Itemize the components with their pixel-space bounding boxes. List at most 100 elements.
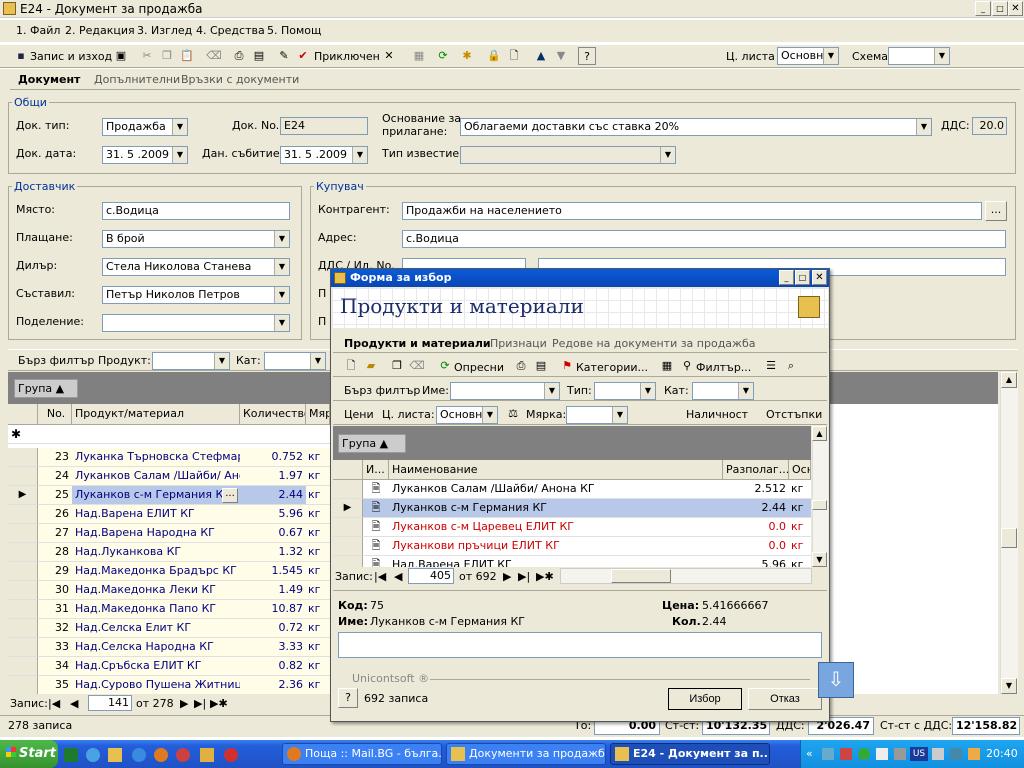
product-filter-select[interactable]: ▼	[152, 352, 230, 370]
tab-additional[interactable]: Допълнителни	[94, 73, 180, 86]
dialog-group-chip[interactable]: Група ▲	[338, 434, 406, 453]
grid-nav-next[interactable]: ▶	[180, 697, 188, 710]
tab-links[interactable]: Връзки с документи	[181, 73, 299, 86]
dealer-select[interactable]: Стела Николова Станева ▼	[102, 258, 290, 276]
dialog-header-id[interactable]: И...	[363, 460, 389, 480]
grid-scroll-down[interactable]: ▼	[1001, 678, 1017, 694]
edit-icon[interactable]: ✎	[275, 47, 293, 65]
quicklaunch-firefox-icon[interactable]	[154, 748, 168, 762]
table-row[interactable]: 24 Луканков Салам /Шайби/ Ано... 1.97 кг	[8, 467, 330, 486]
doc-type-select[interactable]: Продажба ▼	[102, 118, 188, 136]
help-icon[interactable]: ?	[578, 47, 596, 65]
grid-nav-last[interactable]: ▶|	[194, 697, 206, 710]
accept-button[interactable]: Приключен	[314, 50, 380, 63]
star-icon[interactable]: ✱	[458, 47, 476, 65]
partner-field[interactable]: Продажби на населението	[402, 202, 982, 220]
dialog-price-list-select[interactable]: Основна ▼	[436, 406, 498, 424]
save-copy-icon[interactable]: ▣	[112, 47, 130, 65]
doc-date-picker[interactable]: 31. 5 .2009 ▼	[102, 146, 188, 164]
dialog-cat-select[interactable]: ▼	[692, 382, 754, 400]
dialog-nav-first[interactable]: |◀	[374, 570, 386, 583]
dialog-nav-last[interactable]: ▶|	[518, 570, 530, 583]
list-item[interactable]: 🗎 Луканков Салам /Шайби/ Анона КГ 2.512 кг	[333, 480, 811, 499]
dialog-prices-label[interactable]: Цени	[344, 408, 374, 421]
preview-icon[interactable]: ▤	[250, 47, 268, 65]
table-row[interactable]: 28 Над.Луканкова КГ 1.32 кг	[8, 543, 330, 562]
quicklaunch-opera-icon[interactable]	[224, 748, 238, 762]
calc-icon[interactable]: ▦	[410, 47, 428, 65]
tab-document[interactable]: Документ	[18, 73, 80, 86]
quicklaunch-ie-icon[interactable]	[132, 748, 146, 762]
clear-icon[interactable]: ⌫	[205, 47, 223, 65]
author-select[interactable]: Петър Николов Петров ▼	[102, 286, 290, 304]
refresh-icon[interactable]: ⟳	[434, 47, 452, 65]
dialog-filter-icon[interactable]: ⚲	[678, 357, 696, 375]
dialog-nav-new[interactable]: ▶✱	[536, 570, 554, 583]
grid-nav-current[interactable]: 141	[88, 695, 132, 711]
dialog-list-icon[interactable]: ☰	[762, 357, 780, 375]
cut-icon[interactable]: ✂	[138, 47, 156, 65]
check-icon[interactable]: ✔	[294, 47, 312, 65]
dialog-tab-products[interactable]: Продукти и материали	[344, 337, 491, 350]
quicklaunch-tool-icon[interactable]	[200, 748, 214, 762]
tray-tools-icon[interactable]	[894, 748, 906, 760]
dialog-erase-icon[interactable]: ⌫	[408, 357, 426, 375]
dialog-scroll-down[interactable]: ▼	[812, 552, 827, 567]
tray-shield-icon[interactable]	[858, 748, 870, 760]
grid-scroll-thumb[interactable]	[1001, 528, 1017, 548]
row-browse-button[interactable]: ...	[222, 488, 238, 503]
copy-icon[interactable]: ❐	[158, 47, 176, 65]
select-button[interactable]: Избор	[668, 688, 742, 710]
quicklaunch-app-icon[interactable]	[108, 748, 122, 762]
menu-view[interactable]: 3. Изглед	[137, 24, 192, 37]
dialog-tab-rows[interactable]: Редове на документи за продажба	[552, 337, 755, 350]
dialog-nav-current[interactable]: 405	[408, 568, 454, 584]
dialog-nav-next[interactable]: ▶	[503, 570, 511, 583]
dialog-new-icon[interactable]: 🗋	[342, 357, 360, 375]
list-item[interactable]: 🗎 Луканков с-м Царевец ЕЛИТ КГ 0.0 кг	[333, 518, 811, 537]
basis-select[interactable]: Облагаеми доставки със ставка 20% ▼	[460, 118, 932, 136]
cancel-icon[interactable]: ✕	[380, 47, 398, 65]
menu-file[interactable]: 1. Файл	[16, 24, 60, 37]
dialog-open-icon[interactable]: ▰	[362, 357, 380, 375]
start-button[interactable]: Start	[0, 740, 58, 768]
quicklaunch-globe-icon[interactable]	[86, 748, 100, 762]
cat-filter-select[interactable]: ▼	[264, 352, 326, 370]
quicklaunch-browser-icon[interactable]	[176, 748, 190, 762]
list-item[interactable]: ▶ 🗎 Луканков с-м Германия КГ 2.44 кг	[333, 499, 811, 518]
table-row[interactable]: 27 Над.Варена Народна КГ 0.67 кг	[8, 524, 330, 543]
menu-edit[interactable]: 2. Редакция	[65, 24, 135, 37]
tray-volume-icon[interactable]	[876, 748, 888, 760]
dialog-grid-scrollbar[interactable]	[812, 426, 828, 567]
quicklaunch-excel-icon[interactable]	[64, 748, 78, 762]
close-button[interactable]: ✕	[1008, 1, 1023, 16]
dialog-categories-icon[interactable]: ⚑	[558, 357, 576, 375]
division-select[interactable]: ▼	[102, 314, 290, 332]
task-e24[interactable]: E24 - Документ за п...	[610, 743, 770, 765]
grid-nav-first[interactable]: |◀	[48, 697, 60, 710]
scheme-select[interactable]: ▼	[888, 47, 950, 65]
dialog-tab-signs[interactable]: Признаци	[490, 337, 547, 350]
dialog-preview-icon[interactable]: ▤	[532, 357, 550, 375]
down-arrow-icon[interactable]: ⇩	[818, 662, 854, 698]
dialog-nav-prev[interactable]: ◀	[394, 570, 402, 583]
dialog-header-name[interactable]: Наименование	[389, 460, 723, 480]
save-icon[interactable]: ▪	[12, 47, 30, 65]
grid-nav-prev[interactable]: ◀	[70, 697, 78, 710]
grid-header-product[interactable]: Продукт/материал	[72, 404, 240, 425]
tray-expand-icon[interactable]: «	[806, 747, 813, 760]
new-row[interactable]: ✱	[8, 425, 330, 444]
tray-display-icon[interactable]	[950, 748, 962, 760]
notice-type-select[interactable]: ▼	[460, 146, 676, 164]
minimize-button[interactable]: _	[975, 1, 991, 16]
dialog-hscroll-thumb[interactable]	[611, 569, 671, 583]
lock-icon[interactable]: 🔒	[485, 47, 503, 65]
table-row[interactable]: 34 Над.Сръбска ЕЛИТ КГ 0.82 кг	[8, 657, 330, 676]
table-row[interactable]: 23 Луканка Търновска Стефмар... 0.752 кг	[8, 448, 330, 467]
price-list-select[interactable]: Основна ▼	[777, 47, 839, 65]
dialog-hscroll[interactable]	[560, 568, 812, 584]
dialog-discounts-label[interactable]: Отстъпки	[766, 408, 822, 421]
grid-scroll-up[interactable]: ▲	[1001, 372, 1017, 388]
dialog-close-button[interactable]: ✕	[812, 270, 827, 285]
dialog-scroll-thumb[interactable]	[812, 500, 827, 510]
